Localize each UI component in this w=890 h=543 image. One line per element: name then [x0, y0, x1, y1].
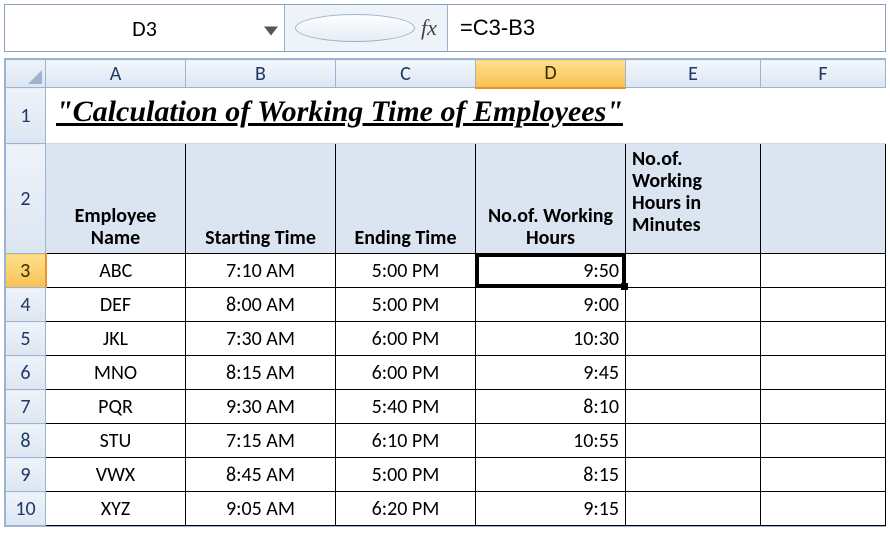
- cell-E4[interactable]: [626, 288, 761, 322]
- row-header-8[interactable]: 8: [6, 424, 46, 458]
- header-blank-F[interactable]: [761, 144, 886, 254]
- cell-D10[interactable]: 9:15: [476, 492, 626, 526]
- row-2: 2 Employee Name Starting Time Ending Tim…: [6, 144, 886, 254]
- table-row: 8STU7:15 AM6:10 PM10:55: [6, 424, 886, 458]
- row-header-5[interactable]: 5: [6, 322, 46, 356]
- cell-F5[interactable]: [761, 322, 886, 356]
- row-1: 1 "Calculation of Working Time of Employ…: [6, 88, 886, 144]
- col-header-F[interactable]: F: [761, 60, 886, 88]
- cell-E9[interactable]: [626, 458, 761, 492]
- row-header-4[interactable]: 4: [6, 288, 46, 322]
- cell-E6[interactable]: [626, 356, 761, 390]
- table-row: 4DEF8:00 AM5:00 PM9:00: [6, 288, 886, 322]
- cell-B9[interactable]: 8:45 AM: [186, 458, 336, 492]
- row-header-3[interactable]: 3: [6, 254, 46, 288]
- name-box-value: D3: [132, 15, 157, 42]
- cell-E10[interactable]: [626, 492, 761, 526]
- cell-C5[interactable]: 6:00 PM: [336, 322, 476, 356]
- formula-input[interactable]: [448, 5, 885, 51]
- row-header-9[interactable]: 9: [6, 458, 46, 492]
- cell-C4[interactable]: 5:00 PM: [336, 288, 476, 322]
- cell-E3[interactable]: [626, 254, 761, 288]
- column-header-row: A B C D E F: [6, 60, 886, 88]
- cell-F3[interactable]: [761, 254, 886, 288]
- col-header-D[interactable]: D: [476, 60, 626, 88]
- cell-B7[interactable]: 9:30 AM: [186, 390, 336, 424]
- name-box[interactable]: D3: [5, 5, 285, 51]
- cell-E8[interactable]: [626, 424, 761, 458]
- cell-D9[interactable]: 8:15: [476, 458, 626, 492]
- cell-D7[interactable]: 8:10: [476, 390, 626, 424]
- header-starting-time[interactable]: Starting Time: [186, 144, 336, 254]
- formula-bar: D3 fx: [4, 4, 886, 52]
- cell-D5[interactable]: 10:30: [476, 322, 626, 356]
- cell-C10[interactable]: 6:20 PM: [336, 492, 476, 526]
- cell-D3[interactable]: 9:50: [476, 254, 626, 288]
- cell-A8[interactable]: STU: [46, 424, 186, 458]
- cell-E5[interactable]: [626, 322, 761, 356]
- name-box-dropdown-icon[interactable]: [264, 15, 278, 42]
- cell-B5[interactable]: 7:30 AM: [186, 322, 336, 356]
- cell-B3[interactable]: 7:10 AM: [186, 254, 336, 288]
- cell-A6[interactable]: MNO: [46, 356, 186, 390]
- spreadsheet-grid: A B C D E F 1 "Calculation of Working Ti…: [4, 58, 886, 527]
- cell-F6[interactable]: [761, 356, 886, 390]
- table-row: 5JKL7:30 AM6:00 PM10:30: [6, 322, 886, 356]
- cell-F8[interactable]: [761, 424, 886, 458]
- cell-B6[interactable]: 8:15 AM: [186, 356, 336, 390]
- header-working-minutes[interactable]: No.of. Working Hours in Minutes: [626, 144, 761, 254]
- table-row: 3ABC7:10 AM5:00 PM9:50: [6, 254, 886, 288]
- cancel-enter-indicator: [295, 14, 415, 42]
- select-all-corner[interactable]: [6, 60, 46, 88]
- cell-F4[interactable]: [761, 288, 886, 322]
- row-header-7[interactable]: 7: [6, 390, 46, 424]
- cell-D6[interactable]: 9:45: [476, 356, 626, 390]
- table-row: 7PQR9:30 AM5:40 PM8:10: [6, 390, 886, 424]
- cell-B4[interactable]: 8:00 AM: [186, 288, 336, 322]
- header-employee-name[interactable]: Employee Name: [46, 144, 186, 254]
- title-cell[interactable]: "Calculation of Working Time of Employee…: [46, 88, 886, 144]
- cell-E7[interactable]: [626, 390, 761, 424]
- table-row: 9VWX8:45 AM5:00 PM8:15: [6, 458, 886, 492]
- cell-D4[interactable]: 9:00: [476, 288, 626, 322]
- cell-F9[interactable]: [761, 458, 886, 492]
- cell-A4[interactable]: DEF: [46, 288, 186, 322]
- cell-C8[interactable]: 6:10 PM: [336, 424, 476, 458]
- col-header-C[interactable]: C: [336, 60, 476, 88]
- cell-C3[interactable]: 5:00 PM: [336, 254, 476, 288]
- col-header-B[interactable]: B: [186, 60, 336, 88]
- row-header-6[interactable]: 6: [6, 356, 46, 390]
- header-ending-time[interactable]: Ending Time: [336, 144, 476, 254]
- cell-A9[interactable]: VWX: [46, 458, 186, 492]
- cell-F7[interactable]: [761, 390, 886, 424]
- cell-F10[interactable]: [761, 492, 886, 526]
- cell-B10[interactable]: 9:05 AM: [186, 492, 336, 526]
- cell-D8[interactable]: 10:55: [476, 424, 626, 458]
- cell-C7[interactable]: 5:40 PM: [336, 390, 476, 424]
- fx-area: fx: [285, 5, 448, 51]
- cell-A5[interactable]: JKL: [46, 322, 186, 356]
- row-header-10[interactable]: 10: [6, 492, 46, 526]
- cell-B8[interactable]: 7:15 AM: [186, 424, 336, 458]
- cell-C6[interactable]: 6:00 PM: [336, 356, 476, 390]
- col-header-A[interactable]: A: [46, 60, 186, 88]
- cell-A3[interactable]: ABC: [46, 254, 186, 288]
- fx-icon[interactable]: fx: [421, 15, 437, 41]
- table-row: 10XYZ9:05 AM6:20 PM9:15: [6, 492, 886, 526]
- row-header-2[interactable]: 2: [6, 144, 46, 254]
- col-header-E[interactable]: E: [626, 60, 761, 88]
- cell-C9[interactable]: 5:00 PM: [336, 458, 476, 492]
- header-working-hours[interactable]: No.of. Working Hours: [476, 144, 626, 254]
- cell-A7[interactable]: PQR: [46, 390, 186, 424]
- table-row: 6MNO8:15 AM6:00 PM9:45: [6, 356, 886, 390]
- row-header-1[interactable]: 1: [6, 88, 46, 144]
- cell-A10[interactable]: XYZ: [46, 492, 186, 526]
